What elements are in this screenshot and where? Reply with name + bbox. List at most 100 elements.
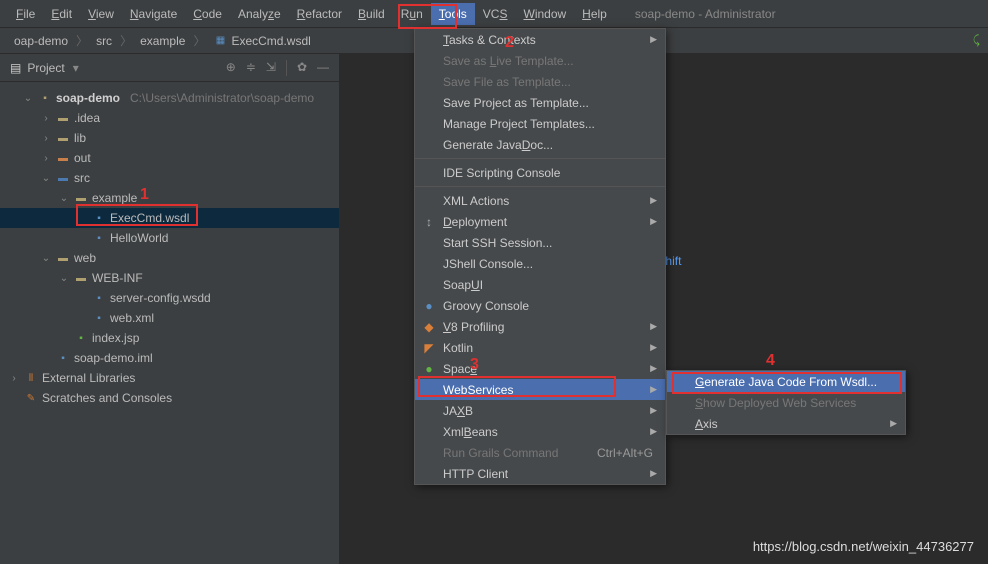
menu-vcs[interactable]: VCS	[475, 3, 516, 25]
menu-item-label: IDE Scripting Console	[443, 166, 560, 180]
dropdown-icon[interactable]: ▾	[73, 61, 79, 75]
tree-root[interactable]: ⌄ ▪ soap-demo C:\Users\Administrator\soa…	[0, 88, 339, 108]
menu-item[interactable]: Manage Project Templates...	[415, 113, 665, 134]
tree-external-libs[interactable]: › ⫴ External Libraries	[0, 368, 339, 388]
menu-item-label: Save Project as Template...	[443, 96, 589, 110]
crumb-file[interactable]: ▦ExecCmd.wsdl	[207, 32, 316, 50]
separator	[286, 60, 287, 76]
build-icon[interactable]: ⤹	[973, 33, 980, 48]
tree-item[interactable]: › ▬ lib	[0, 128, 339, 148]
expand-toggle[interactable]: ⌄	[40, 253, 52, 264]
menu-item-label: Generate JavaDoc...	[443, 138, 553, 152]
menu-item[interactable]: WebServices▶	[415, 379, 665, 400]
tree-label: index.jsp	[92, 331, 139, 345]
menu-analyze[interactable]: Analyze	[230, 3, 289, 25]
submenu-item[interactable]: Axis▶	[667, 413, 905, 434]
menu-item: Save File as Template...	[415, 71, 665, 92]
submenu-arrow-icon: ▶	[650, 426, 657, 437]
menu-item[interactable]: ↕Deployment▶	[415, 211, 665, 232]
expand-toggle[interactable]: ⌄	[58, 193, 70, 204]
menu-edit[interactable]: Edit	[43, 3, 80, 25]
menu-run[interactable]: Run	[393, 3, 431, 25]
menu-item[interactable]: IDE Scripting Console	[415, 162, 665, 183]
menu-item[interactable]: Save Project as Template...	[415, 92, 665, 113]
tree-item[interactable]: ▪HelloWorld	[0, 228, 339, 248]
menu-view[interactable]: View	[80, 3, 122, 25]
library-icon: ⫴	[24, 371, 38, 385]
file-icon: ▪	[92, 311, 106, 325]
menu-item[interactable]: HTTP Client▶	[415, 463, 665, 484]
expand-toggle[interactable]: ⌄	[40, 173, 52, 184]
crumb-src[interactable]: src	[90, 32, 118, 50]
menu-navigate[interactable]: Navigate	[122, 3, 185, 25]
menu-item[interactable]: JShell Console...	[415, 253, 665, 274]
menu-item[interactable]: XML Actions▶	[415, 190, 665, 211]
file-icon: ▬	[74, 271, 88, 285]
expand-icon[interactable]: ≑	[246, 60, 256, 76]
menu-build[interactable]: Build	[350, 3, 393, 25]
tree-label: ExecCmd.wsdl	[110, 211, 189, 225]
menu-item[interactable]: ◤Kotlin▶	[415, 337, 665, 358]
expand-toggle[interactable]: ⌄	[58, 273, 70, 284]
tree-item[interactable]: ▪index.jsp	[0, 328, 339, 348]
menu-item: Run Grails CommandCtrl+Alt+G	[415, 442, 665, 463]
menu-item-label: Manage Project Templates...	[443, 117, 595, 131]
expand-toggle[interactable]: ⌄	[22, 93, 34, 104]
module-icon: ▪	[38, 91, 52, 105]
tree-item[interactable]: ▪soap-demo.iml	[0, 348, 339, 368]
tree-item[interactable]: ▪ExecCmd.wsdl	[0, 208, 339, 228]
menu-item[interactable]: ◆V8 Profiling▶	[415, 316, 665, 337]
menu-help[interactable]: Help	[574, 3, 615, 25]
menu-item-label: JAXB	[443, 404, 473, 418]
tree-scratches[interactable]: ✎ Scratches and Consoles	[0, 388, 339, 408]
chevron-right-icon: 〉	[193, 32, 205, 49]
tree-item[interactable]: ›▬out	[0, 148, 339, 168]
submenu-arrow-icon: ▶	[650, 384, 657, 395]
menu-refactor[interactable]: Refactor	[289, 3, 350, 25]
collapse-icon[interactable]: ⇲	[266, 60, 276, 76]
crumb-example[interactable]: example	[134, 32, 191, 50]
project-icon: ▤	[10, 61, 21, 75]
tree-label: lib	[74, 131, 86, 145]
menu-item[interactable]: Start SSH Session...	[415, 232, 665, 253]
submenu-item[interactable]: Generate Java Code From Wsdl...	[667, 371, 905, 392]
menu-item-label: Kotlin	[443, 341, 473, 355]
tree-item[interactable]: ⌄▬src	[0, 168, 339, 188]
menu-item[interactable]: Generate JavaDoc...	[415, 134, 665, 155]
tree-item[interactable]: ⌄▬web	[0, 248, 339, 268]
watermark: https://blog.csdn.net/weixin_44736277	[753, 539, 974, 554]
menu-item-icon: ●	[421, 362, 437, 376]
locate-icon[interactable]: ⊕	[226, 60, 236, 76]
tree-label: HelloWorld	[110, 231, 168, 245]
menu-item[interactable]: Tasks & Contexts▶	[415, 29, 665, 50]
menu-window[interactable]: Window	[515, 3, 574, 25]
menu-item[interactable]: XmlBeans▶	[415, 421, 665, 442]
webservices-submenu: Generate Java Code From Wsdl...Show Depl…	[666, 370, 906, 435]
menu-file[interactable]: File	[8, 3, 43, 25]
menu-item-label: Groovy Console	[443, 299, 529, 313]
crumb-project[interactable]: oap-demo	[8, 32, 74, 50]
expand-toggle[interactable]: ›	[40, 113, 52, 124]
project-panel-header: ▤ Project ▾ ⊕ ≑ ⇲ ✿ —	[0, 54, 339, 82]
expand-toggle[interactable]: ›	[40, 133, 52, 144]
menu-item[interactable]: ●Groovy Console	[415, 295, 665, 316]
file-icon: ▬	[56, 111, 70, 125]
tree-item[interactable]: ›▬.idea	[0, 108, 339, 128]
file-icon: ▬	[56, 131, 70, 145]
menu-item-label: HTTP Client	[443, 467, 508, 481]
file-icon: ▬	[56, 151, 70, 165]
hide-icon[interactable]: —	[317, 60, 329, 76]
expand-toggle[interactable]: ›	[40, 153, 52, 164]
menu-item[interactable]: JAXB▶	[415, 400, 665, 421]
expand-toggle[interactable]: ›	[8, 373, 20, 384]
settings-icon[interactable]: ✿	[297, 60, 307, 76]
menu-item[interactable]: ●Space▶	[415, 358, 665, 379]
tree-label: External Libraries	[42, 371, 135, 385]
tree-item[interactable]: ▪web.xml	[0, 308, 339, 328]
menu-code[interactable]: Code	[185, 3, 230, 25]
menu-tools[interactable]: Tools	[431, 3, 475, 25]
tree-item[interactable]: ⌄▬example	[0, 188, 339, 208]
menu-item[interactable]: SoapUI	[415, 274, 665, 295]
tree-item[interactable]: ▪server-config.wsdd	[0, 288, 339, 308]
tree-item[interactable]: ⌄▬WEB-INF	[0, 268, 339, 288]
